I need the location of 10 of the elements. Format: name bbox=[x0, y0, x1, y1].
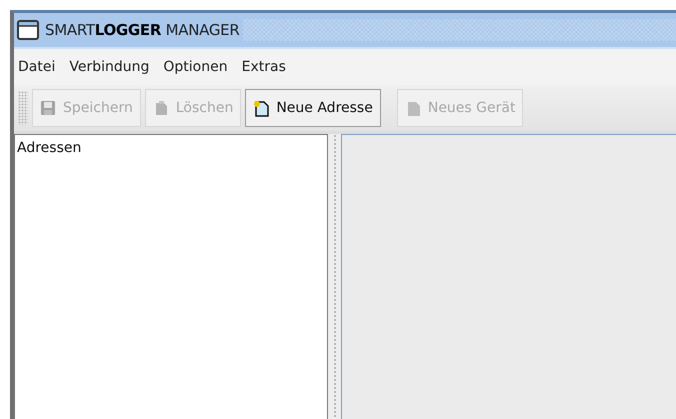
window-title: SMARTLOGGER MANAGER bbox=[45, 21, 240, 39]
toolbar-grip[interactable] bbox=[18, 91, 28, 125]
menu-item[interactable]: Verbindung bbox=[69, 59, 150, 75]
new-document-icon bbox=[253, 100, 270, 116]
toolbar-button[interactable]: Neue Adresse bbox=[245, 89, 381, 127]
menu-item[interactable]: Optionen bbox=[163, 59, 228, 75]
menu-item[interactable]: Extras bbox=[242, 59, 286, 75]
window-icon bbox=[17, 20, 39, 40]
menu-item[interactable]: Datei bbox=[18, 59, 56, 75]
tree-node[interactable]: Adressen bbox=[17, 140, 82, 156]
